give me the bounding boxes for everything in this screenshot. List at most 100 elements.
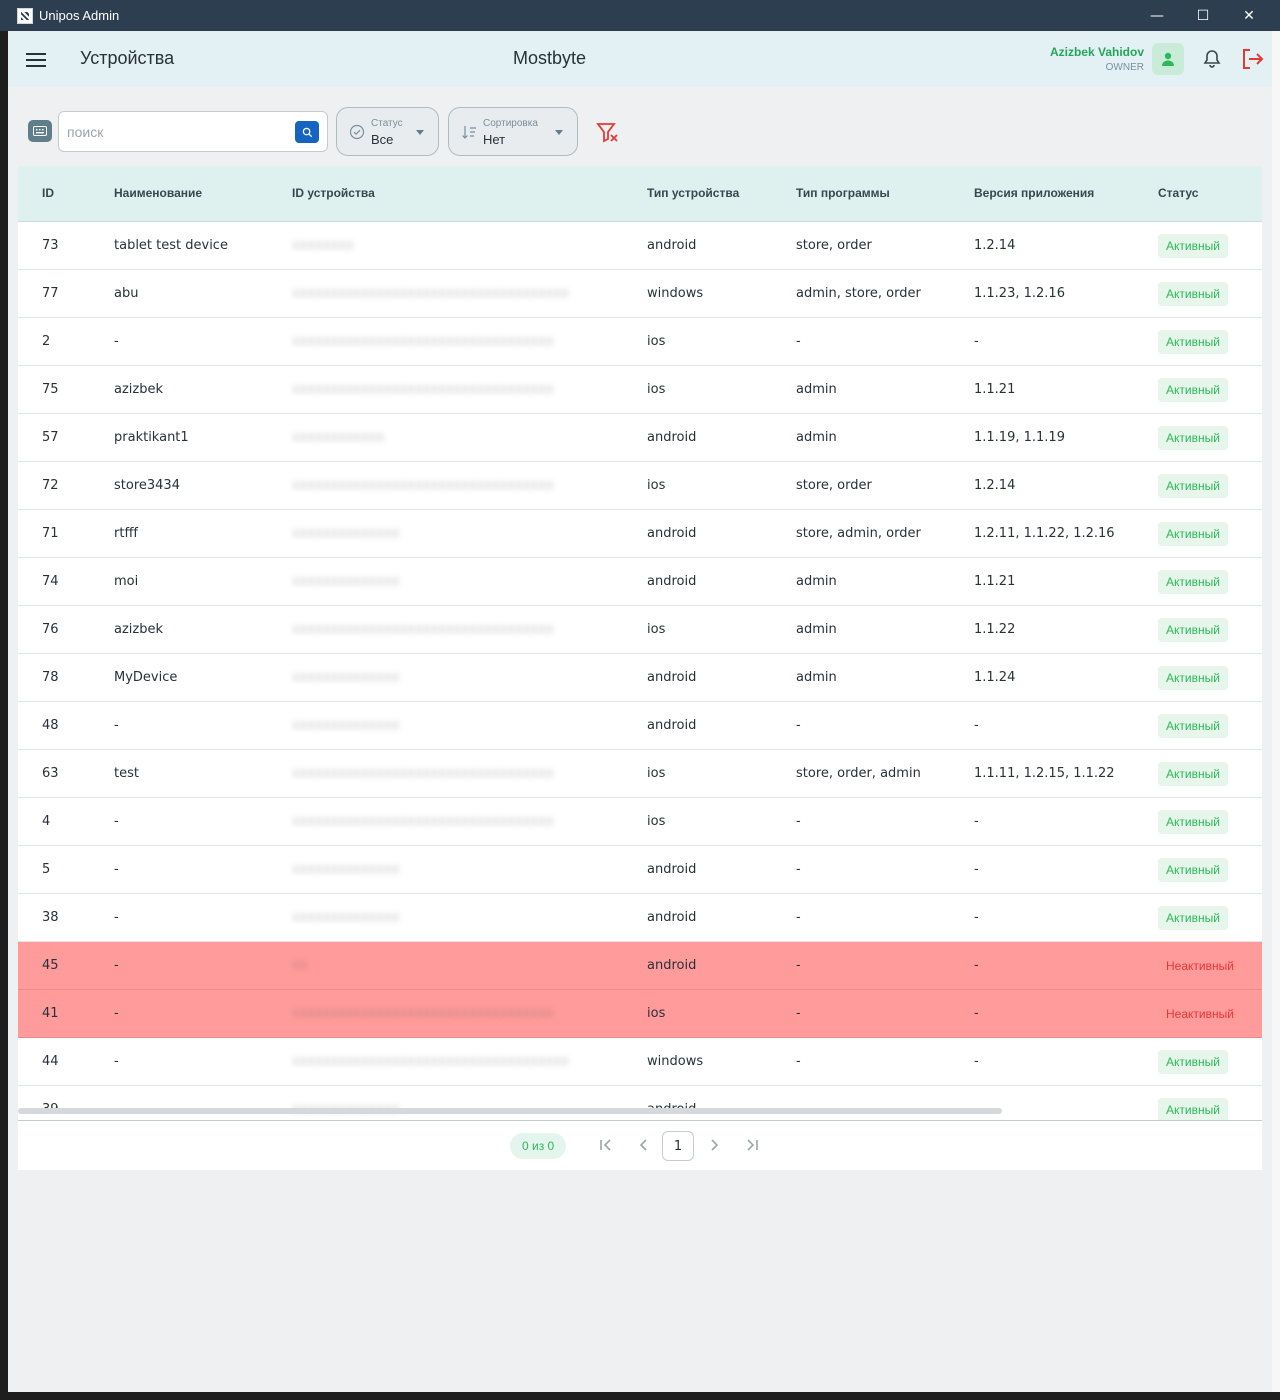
cell-program-type: - (796, 1006, 801, 1021)
cell-id: 73 (42, 238, 59, 253)
cell-device-type: android (647, 910, 697, 925)
column-header-program-type[interactable]: Тип программы (796, 186, 890, 200)
cell-name: - (114, 910, 119, 925)
column-header-device-type[interactable]: Тип устройства (647, 186, 739, 200)
cell-device-id: xxxxxxxxxxxxxxxxxxxxxxxxxxxxxxxxxxxx (292, 286, 569, 301)
logout-icon[interactable] (1240, 48, 1264, 70)
table-row[interactable]: 41 - xxxxxxxxxxxxxxxxxxxxxxxxxxxxxxxxxx ios… (18, 990, 1262, 1038)
table-row[interactable]: 63 test xxxxxxxxxxxxxxxxxxxxxxxxxxxxxxxxxx… (18, 750, 1262, 798)
status-badge: Неактивный (1166, 1007, 1234, 1021)
cell-app-version: - (974, 1006, 979, 1021)
horizontal-scrollbar[interactable] (18, 1108, 1002, 1114)
minimize-button[interactable]: — (1134, 0, 1180, 31)
cell-name: abu (114, 286, 139, 301)
table-row[interactable]: 57 praktikant1 xxxxxxxxxxxx android admin 1.1… (18, 414, 1262, 462)
cell-device-type: android (647, 718, 697, 733)
cell-device-id: xx (292, 958, 308, 973)
cell-app-version: 1.1.24 (974, 670, 1016, 685)
cell-name: - (114, 718, 119, 733)
menu-toggle-button[interactable] (26, 53, 46, 67)
cell-program-type: admin (796, 574, 837, 589)
page-title: Устройства (80, 48, 175, 68)
column-header-id[interactable]: ID (42, 186, 54, 200)
close-icon: ✕ (1243, 7, 1255, 24)
cell-program-type: - (796, 1054, 801, 1069)
clear-filter-icon[interactable] (596, 122, 620, 144)
cell-device-id: xxxxxxxxxxxxxx (292, 718, 400, 733)
table-row[interactable]: 44 - xxxxxxxxxxxxxxxxxxxxxxxxxxxxxxxxxxxx w… (18, 1038, 1262, 1086)
close-window-button[interactable]: ✕ (1226, 0, 1272, 31)
cell-device-id: xxxxxxxxxxxxxxxxxxxxxxxxxxxxxxxxxx (292, 334, 554, 349)
previous-page-button[interactable] (634, 1135, 654, 1155)
cell-app-version: 1.1.21 (974, 382, 1016, 397)
menu-icon-line (26, 65, 46, 67)
first-page-button[interactable] (596, 1135, 616, 1155)
status-badge: Активный (1158, 906, 1228, 930)
cell-program-type: store, admin, order (796, 526, 921, 541)
table-row[interactable]: 48 - xxxxxxxxxxxxxx android - - Активный (18, 702, 1262, 750)
cell-program-type: admin, store, order (796, 286, 921, 301)
status-badge: Неактивный (1166, 959, 1234, 973)
cell-program-type: - (796, 814, 801, 829)
table-row[interactable]: 72 store3434 xxxxxxxxxxxxxxxxxxxxxxxxxxxxx… (18, 462, 1262, 510)
column-header-status[interactable]: Статус (1158, 186, 1198, 200)
search-input[interactable] (67, 121, 287, 143)
cell-name: - (114, 958, 119, 973)
status-badge: Активный (1158, 1098, 1228, 1120)
table-row[interactable]: 77 abu xxxxxxxxxxxxxxxxxxxxxxxxxxxxxxxxxxx… (18, 270, 1262, 318)
column-header-name[interactable]: Наименование (114, 186, 202, 200)
avatar[interactable] (1152, 43, 1184, 75)
cell-id: 77 (42, 286, 59, 301)
status-badge: Активный (1158, 810, 1228, 834)
cell-id: 41 (42, 1006, 59, 1021)
menu-icon-line (26, 59, 46, 61)
cell-app-version: - (974, 334, 979, 349)
minimize-icon: — (1150, 7, 1164, 24)
table-row[interactable]: 76 azizbek xxxxxxxxxxxxxxxxxxxxxxxxxxxxxxx… (18, 606, 1262, 654)
cell-device-type: ios (647, 766, 666, 781)
next-page-button[interactable] (704, 1135, 724, 1155)
cell-name: tablet test device (114, 238, 228, 253)
status-badge: Активный (1158, 618, 1228, 642)
cell-device-id: xxxxxxxxxxxxxx (292, 574, 400, 589)
table-row[interactable]: 45 - xx android - - Неактивный (18, 942, 1262, 990)
status-filter-select[interactable]: Статус Все (336, 107, 439, 156)
last-page-button[interactable] (742, 1135, 762, 1155)
column-header-device-id[interactable]: ID устройства (292, 186, 375, 200)
cell-device-type: windows (647, 286, 704, 301)
table-row[interactable]: 2 - xxxxxxxxxxxxxxxxxxxxxxxxxxxxxxxxxx ios -… (18, 318, 1262, 366)
table-row[interactable]: 74 moi xxxxxxxxxxxxxx android admin 1.1.21 Акт… (18, 558, 1262, 606)
table-row[interactable]: 39-xxxxxxxxxxxxxxandroid--Активный (18, 1086, 1262, 1120)
cell-app-version: 1.2.11, 1.1.22, 1.2.16 (974, 526, 1115, 541)
cell-app-version: - (974, 862, 979, 877)
table-row[interactable]: 73 tablet test device xxxxxxxx android store… (18, 222, 1262, 270)
maximize-button[interactable]: ☐ (1180, 0, 1226, 31)
menu-icon-line (26, 53, 46, 55)
table-row[interactable]: 75 azizbek xxxxxxxxxxxxxxxxxxxxxxxxxxxxxxx… (18, 366, 1262, 414)
cell-app-version: 1.1.23, 1.2.16 (974, 286, 1065, 301)
cell-name: - (114, 334, 119, 349)
cell-program-type: admin (796, 430, 837, 445)
keyboard-button[interactable] (28, 120, 52, 142)
cell-program-type: admin (796, 382, 837, 397)
status-badge: Активный (1158, 522, 1228, 546)
sort-select[interactable]: Сортировка Нет (448, 107, 578, 156)
cell-program-type: store, order (796, 478, 872, 493)
cell-device-type: android (647, 958, 697, 973)
column-header-app-version[interactable]: Версия приложения (974, 186, 1094, 200)
search-button[interactable] (295, 121, 319, 143)
table-row[interactable]: 71 rtfff xxxxxxxxxxxxxx android store, admin… (18, 510, 1262, 558)
cell-device-id: xxxxxxxxxxxxxxxxxxxxxxxxxxxxxxxxxx (292, 814, 554, 829)
cell-app-version: - (974, 718, 979, 733)
window-titlebar: Unipos Admin — ☐ ✕ (0, 0, 1280, 31)
table-row[interactable]: 4 - xxxxxxxxxxxxxxxxxxxxxxxxxxxxxxxxxx ios -… (18, 798, 1262, 846)
cell-program-type: - (796, 910, 801, 925)
table-row[interactable]: 78 MyDevice xxxxxxxxxxxxxx android admin 1.1.… (18, 654, 1262, 702)
cell-device-id: xxxxxxxxxxxxxxxxxxxxxxxxxxxxxxxxxxxx (292, 1054, 569, 1069)
table-row[interactable]: 38 - xxxxxxxxxxxxxx android - - Активный (18, 894, 1262, 942)
current-page-button[interactable]: 1 (662, 1131, 694, 1161)
notifications-bell-icon[interactable] (1202, 49, 1222, 69)
cell-id: 57 (42, 430, 59, 445)
table-row[interactable]: 5 - xxxxxxxxxxxxxx android - - Активный (18, 846, 1262, 894)
cell-device-id: xxxxxxxxxxxx (292, 430, 385, 445)
